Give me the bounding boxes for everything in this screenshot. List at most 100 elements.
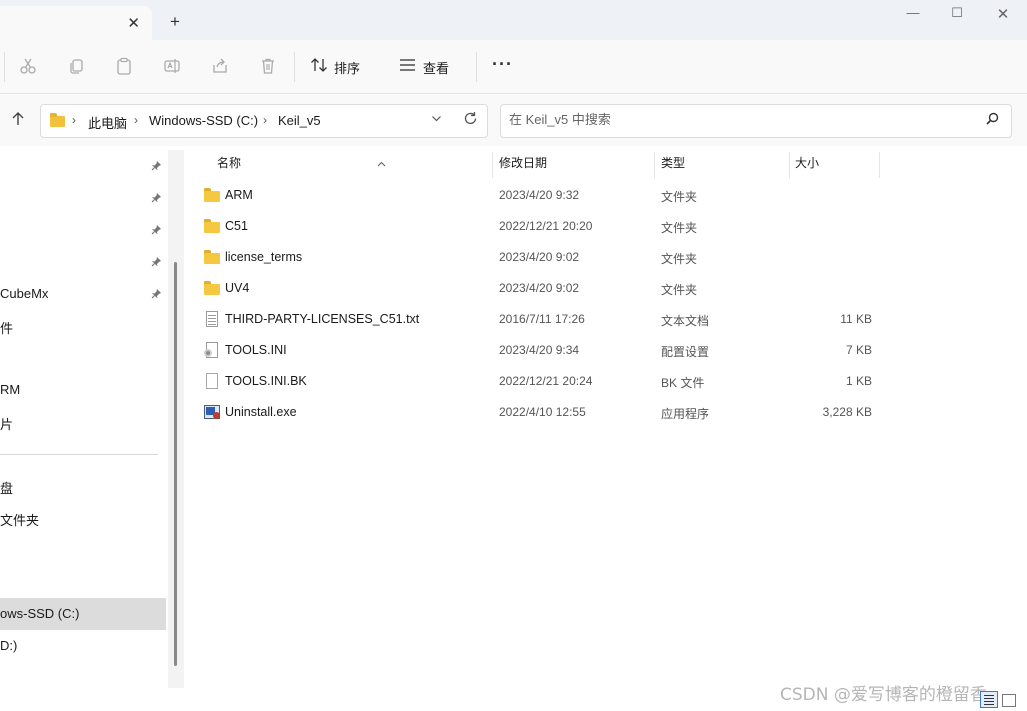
column-divider[interactable] bbox=[492, 152, 493, 178]
folder-icon bbox=[204, 280, 220, 296]
file-row[interactable]: UV4 2023/4/20 9:02 文件夹 bbox=[186, 274, 886, 305]
file-name: THIRD-PARTY-LICENSES_C51.txt bbox=[225, 312, 420, 326]
chevron-down-icon[interactable] bbox=[431, 113, 442, 127]
breadcrumb-keil-v5[interactable]: Keil_v5 bbox=[278, 113, 321, 128]
file-list: 名称 修改日期 类型 大小 ARM 2023/4/20 9:32 文件夹 C51… bbox=[186, 146, 1027, 690]
nav-item-windows-ssd[interactable]: ows-SSD (C:) bbox=[0, 606, 79, 621]
file-size: 1 KB bbox=[845, 374, 872, 388]
column-divider[interactable] bbox=[879, 152, 880, 178]
toolbar-divider bbox=[476, 52, 477, 82]
file-date: 2022/12/21 20:24 bbox=[499, 374, 593, 388]
folder-icon bbox=[204, 187, 220, 203]
file-row[interactable]: ARM 2023/4/20 9:32 文件夹 bbox=[186, 181, 886, 212]
view-icon bbox=[399, 58, 417, 76]
breadcrumb-separator: › bbox=[134, 113, 138, 127]
nav-item-folder[interactable]: 文件夹 bbox=[0, 510, 39, 529]
tab-keil-v5[interactable]: ✕ bbox=[0, 6, 152, 40]
refresh-icon[interactable] bbox=[463, 111, 478, 130]
pin-icon[interactable] bbox=[151, 256, 162, 270]
breadcrumb-separator: › bbox=[263, 113, 267, 127]
pin-icon[interactable] bbox=[151, 192, 162, 206]
paste-icon[interactable] bbox=[114, 57, 134, 77]
blank-file-icon bbox=[204, 373, 220, 389]
up-arrow-icon[interactable] bbox=[10, 111, 26, 132]
nav-item-drive-d[interactable]: D:) bbox=[0, 638, 17, 653]
search-icon[interactable] bbox=[986, 112, 999, 128]
details-view-icon[interactable] bbox=[980, 691, 998, 708]
file-type: BK 文件 bbox=[661, 376, 705, 390]
column-header-size[interactable]: 大小 bbox=[795, 154, 875, 184]
file-size: 3,228 KB bbox=[822, 405, 872, 419]
nav-scrollbar-thumb[interactable] bbox=[174, 262, 177, 666]
toolbar-divider bbox=[294, 52, 295, 82]
pin-icon[interactable] bbox=[151, 288, 162, 302]
settings-file-icon bbox=[204, 342, 220, 358]
file-row[interactable]: THIRD-PARTY-LICENSES_C51.txt 2016/7/11 1… bbox=[186, 305, 886, 336]
column-type-label: 类型 bbox=[661, 156, 686, 170]
file-type: 文件夹 bbox=[661, 221, 698, 235]
view-button[interactable]: 查看 bbox=[399, 56, 449, 78]
column-size-label: 大小 bbox=[795, 156, 820, 170]
file-name: C51 bbox=[225, 219, 248, 233]
file-type: 配置设置 bbox=[661, 345, 710, 359]
file-type: 文件夹 bbox=[661, 252, 698, 266]
file-date: 2023/4/20 9:34 bbox=[499, 343, 580, 357]
more-options-icon[interactable]: ··· bbox=[492, 54, 513, 75]
file-row[interactable]: license_terms 2023/4/20 9:02 文件夹 bbox=[186, 243, 886, 274]
column-divider[interactable] bbox=[654, 152, 655, 178]
search-input[interactable] bbox=[509, 112, 969, 127]
address-bar[interactable]: › 此电脑 › Windows-SSD (C:) › Keil_v5 bbox=[40, 104, 488, 138]
maximize-icon[interactable]: ☐ bbox=[937, 5, 977, 25]
nav-item-arm[interactable]: RM bbox=[0, 382, 20, 397]
column-header-name[interactable]: 名称 bbox=[217, 154, 487, 184]
pin-icon[interactable] bbox=[151, 224, 162, 238]
nav-scrollbar[interactable] bbox=[168, 150, 184, 688]
file-size: 7 KB bbox=[845, 343, 872, 357]
sort-button[interactable]: 排序 bbox=[310, 56, 360, 78]
file-name: license_terms bbox=[225, 250, 303, 264]
rename-icon[interactable] bbox=[162, 57, 182, 77]
window-close-icon[interactable]: ✕ bbox=[983, 5, 1023, 25]
tiles-view-icon[interactable] bbox=[1002, 694, 1016, 707]
nav-item-pictures[interactable]: 片 bbox=[0, 414, 13, 433]
application-icon bbox=[204, 404, 220, 420]
nav-item-documents[interactable]: 件 bbox=[0, 318, 13, 337]
column-divider[interactable] bbox=[789, 152, 790, 178]
cut-icon[interactable] bbox=[18, 57, 38, 77]
breadcrumb-windows-ssd[interactable]: Windows-SSD (C:) bbox=[149, 113, 258, 128]
file-type: 应用程序 bbox=[661, 407, 710, 421]
pin-icon[interactable] bbox=[151, 160, 162, 174]
column-date-label: 修改日期 bbox=[499, 156, 548, 170]
command-bar: 排序 查看 ··· bbox=[0, 40, 1027, 94]
search-box[interactable] bbox=[500, 104, 1012, 138]
new-tab-icon[interactable]: + bbox=[170, 12, 180, 32]
breadcrumb-this-pc[interactable]: 此电脑 bbox=[88, 113, 127, 132]
file-row[interactable]: C51 2022/12/21 20:20 文件夹 bbox=[186, 212, 886, 243]
share-icon[interactable] bbox=[210, 57, 230, 77]
folder-icon bbox=[204, 218, 220, 234]
column-header-type[interactable]: 类型 bbox=[661, 154, 781, 184]
file-row[interactable]: TOOLS.INI 2023/4/20 9:34 配置设置 7 KB bbox=[186, 336, 886, 367]
file-name: TOOLS.INI bbox=[225, 343, 287, 357]
column-header-date[interactable]: 修改日期 bbox=[499, 154, 649, 184]
nav-item-onedrive[interactable]: 盘 bbox=[0, 478, 13, 497]
file-row[interactable]: TOOLS.INI.BK 2022/12/21 20:24 BK 文件 1 KB bbox=[186, 367, 886, 398]
address-row: › 此电脑 › Windows-SSD (C:) › Keil_v5 bbox=[0, 94, 1027, 146]
file-size: 11 KB bbox=[840, 312, 872, 326]
minimize-icon[interactable]: — bbox=[893, 5, 933, 25]
close-tab-icon[interactable]: ✕ bbox=[127, 14, 140, 32]
view-label: 查看 bbox=[423, 60, 450, 76]
column-name-label: 名称 bbox=[217, 156, 242, 170]
file-date: 2023/4/20 9:02 bbox=[499, 250, 580, 264]
toolbar-divider bbox=[4, 52, 5, 82]
file-date: 2023/4/20 9:32 bbox=[499, 188, 580, 202]
nav-item-cubemx[interactable]: CubeMx bbox=[0, 286, 48, 301]
file-type: 文件夹 bbox=[661, 283, 698, 297]
sort-icon bbox=[310, 57, 328, 77]
navigation-pane: CubeMx 件 RM 片 盘 文件夹 ows-SSD (C:) D:) bbox=[0, 146, 184, 690]
file-type: 文本文档 bbox=[661, 314, 710, 328]
copy-icon[interactable] bbox=[66, 57, 86, 77]
watermark: CSDN @爱写博客的橙留香 bbox=[780, 685, 987, 705]
delete-icon[interactable] bbox=[258, 57, 278, 77]
file-row[interactable]: Uninstall.exe 2022/4/10 12:55 应用程序 3,228… bbox=[186, 398, 886, 429]
